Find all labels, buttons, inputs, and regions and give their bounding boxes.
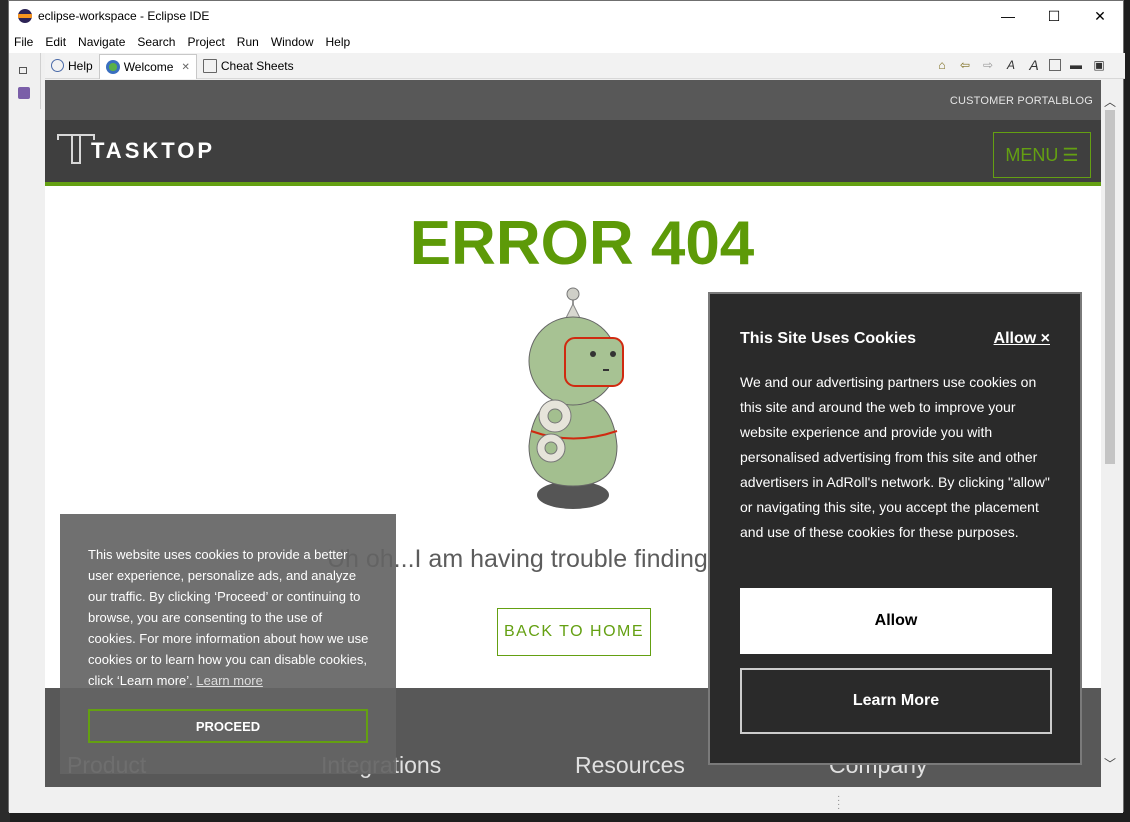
tab-welcome-label: Welcome (123, 60, 174, 74)
tasktop-logo[interactable]: TASKTOP (57, 132, 215, 164)
top-links[interactable]: CUSTOMER PORTALBLOG (950, 95, 1093, 107)
minimize-button[interactable]: — (985, 1, 1031, 31)
vertical-scrollbar[interactable]: ︿ ﹀ (1101, 80, 1119, 787)
home-icon[interactable]: ⌂ (934, 57, 950, 73)
scroll-down-icon[interactable]: ﹀ (1104, 758, 1116, 770)
help-icon (51, 59, 64, 72)
font-increase-icon[interactable]: A (1026, 57, 1042, 73)
scroll-thumb[interactable] (1105, 110, 1115, 464)
allow-close-link[interactable]: Allow × (994, 330, 1050, 348)
top-strip: CUSTOMER PORTALBLOG (45, 80, 1101, 120)
menu-search[interactable]: Search (131, 35, 181, 49)
eclipse-window: eclipse-workspace - Eclipse IDE — ☐ ✕ Fi… (8, 0, 1125, 814)
cookie-consent-text: This website uses cookies to provide a b… (88, 544, 370, 691)
customize-icon[interactable] (1049, 59, 1061, 71)
menu-navigate[interactable]: Navigate (72, 35, 131, 49)
cheat-sheets-icon (202, 58, 217, 73)
allow-button[interactable]: Allow (740, 588, 1052, 654)
menu-window[interactable]: Window (265, 35, 320, 49)
welcome-icon (105, 60, 120, 74)
back-to-home-button[interactable]: BACK TO HOME (497, 608, 651, 656)
tab-cheat-sheets-label: Cheat Sheets (220, 58, 294, 73)
cookie-dialog-title: This Site Uses Cookies (740, 330, 917, 347)
minimize-view-icon[interactable]: ▬ (1068, 57, 1084, 73)
menu-button[interactable]: MENU ☰ (993, 132, 1091, 178)
site-header: TASKTOP MENU ☰ (45, 120, 1101, 186)
title-bar: eclipse-workspace - Eclipse IDE — ☐ ✕ (9, 1, 1123, 31)
editor-tab-bar: Help Welcome ✕ Cheat Sheets ⌂ ⇦ ⇨ A A ▬ … (45, 53, 1125, 79)
proceed-button[interactable]: PROCEED (88, 709, 368, 743)
menu-bar: File Edit Navigate Search Project Run Wi… (9, 31, 1123, 53)
learn-more-button[interactable]: Learn More (740, 668, 1052, 734)
scroll-up-icon[interactable]: ︿ (1104, 96, 1116, 108)
status-bar: · · · · (9, 789, 1123, 814)
menu-edit[interactable]: Edit (39, 35, 72, 49)
cookie-consent-body: This website uses cookies to provide a b… (88, 547, 369, 688)
back-icon[interactable]: ⇦ (957, 57, 973, 73)
adroll-cookie-dialog: This Site Uses Cookies Allow × We and ou… (708, 292, 1082, 765)
tab-help[interactable]: Help (45, 54, 99, 78)
tab-welcome[interactable]: Welcome ✕ (98, 54, 197, 79)
tasktop-logo-icon (57, 132, 95, 164)
tab-cheat-sheets[interactable]: Cheat Sheets (197, 54, 300, 78)
robot-illustration (503, 286, 643, 515)
maximize-view-icon[interactable]: ▣ (1091, 57, 1107, 73)
left-trim-stack (9, 53, 41, 109)
hamburger-icon: ☰ (1062, 144, 1079, 165)
window-title: eclipse-workspace - Eclipse IDE (38, 9, 210, 23)
menu-project[interactable]: Project (181, 35, 230, 49)
menu-help[interactable]: Help (320, 35, 357, 49)
restore-icon[interactable] (19, 67, 27, 74)
outline-icon[interactable] (18, 87, 30, 99)
tab-close-icon[interactable]: ✕ (181, 62, 189, 73)
resize-grip-icon[interactable]: · · · · (837, 792, 840, 814)
menu-file[interactable]: File (9, 35, 39, 49)
eclipse-icon (18, 9, 32, 23)
font-decrease-icon[interactable]: A (1003, 57, 1019, 73)
logo-text: TASKTOP (91, 138, 216, 163)
error-title: ERROR 404 (409, 209, 755, 278)
menu-button-label: MENU (1005, 144, 1059, 165)
menu-run[interactable]: Run (231, 35, 265, 49)
cookie-dialog-body: We and our advertising partners use cook… (740, 374, 1050, 540)
forward-icon[interactable]: ⇨ (980, 57, 996, 73)
tab-help-label: Help (68, 58, 93, 73)
learn-more-link[interactable]: Learn more (196, 673, 262, 688)
close-button[interactable]: ✕ (1077, 1, 1123, 31)
cookie-consent-banner: This website uses cookies to provide a b… (60, 514, 396, 774)
maximize-button[interactable]: ☐ (1031, 1, 1077, 31)
